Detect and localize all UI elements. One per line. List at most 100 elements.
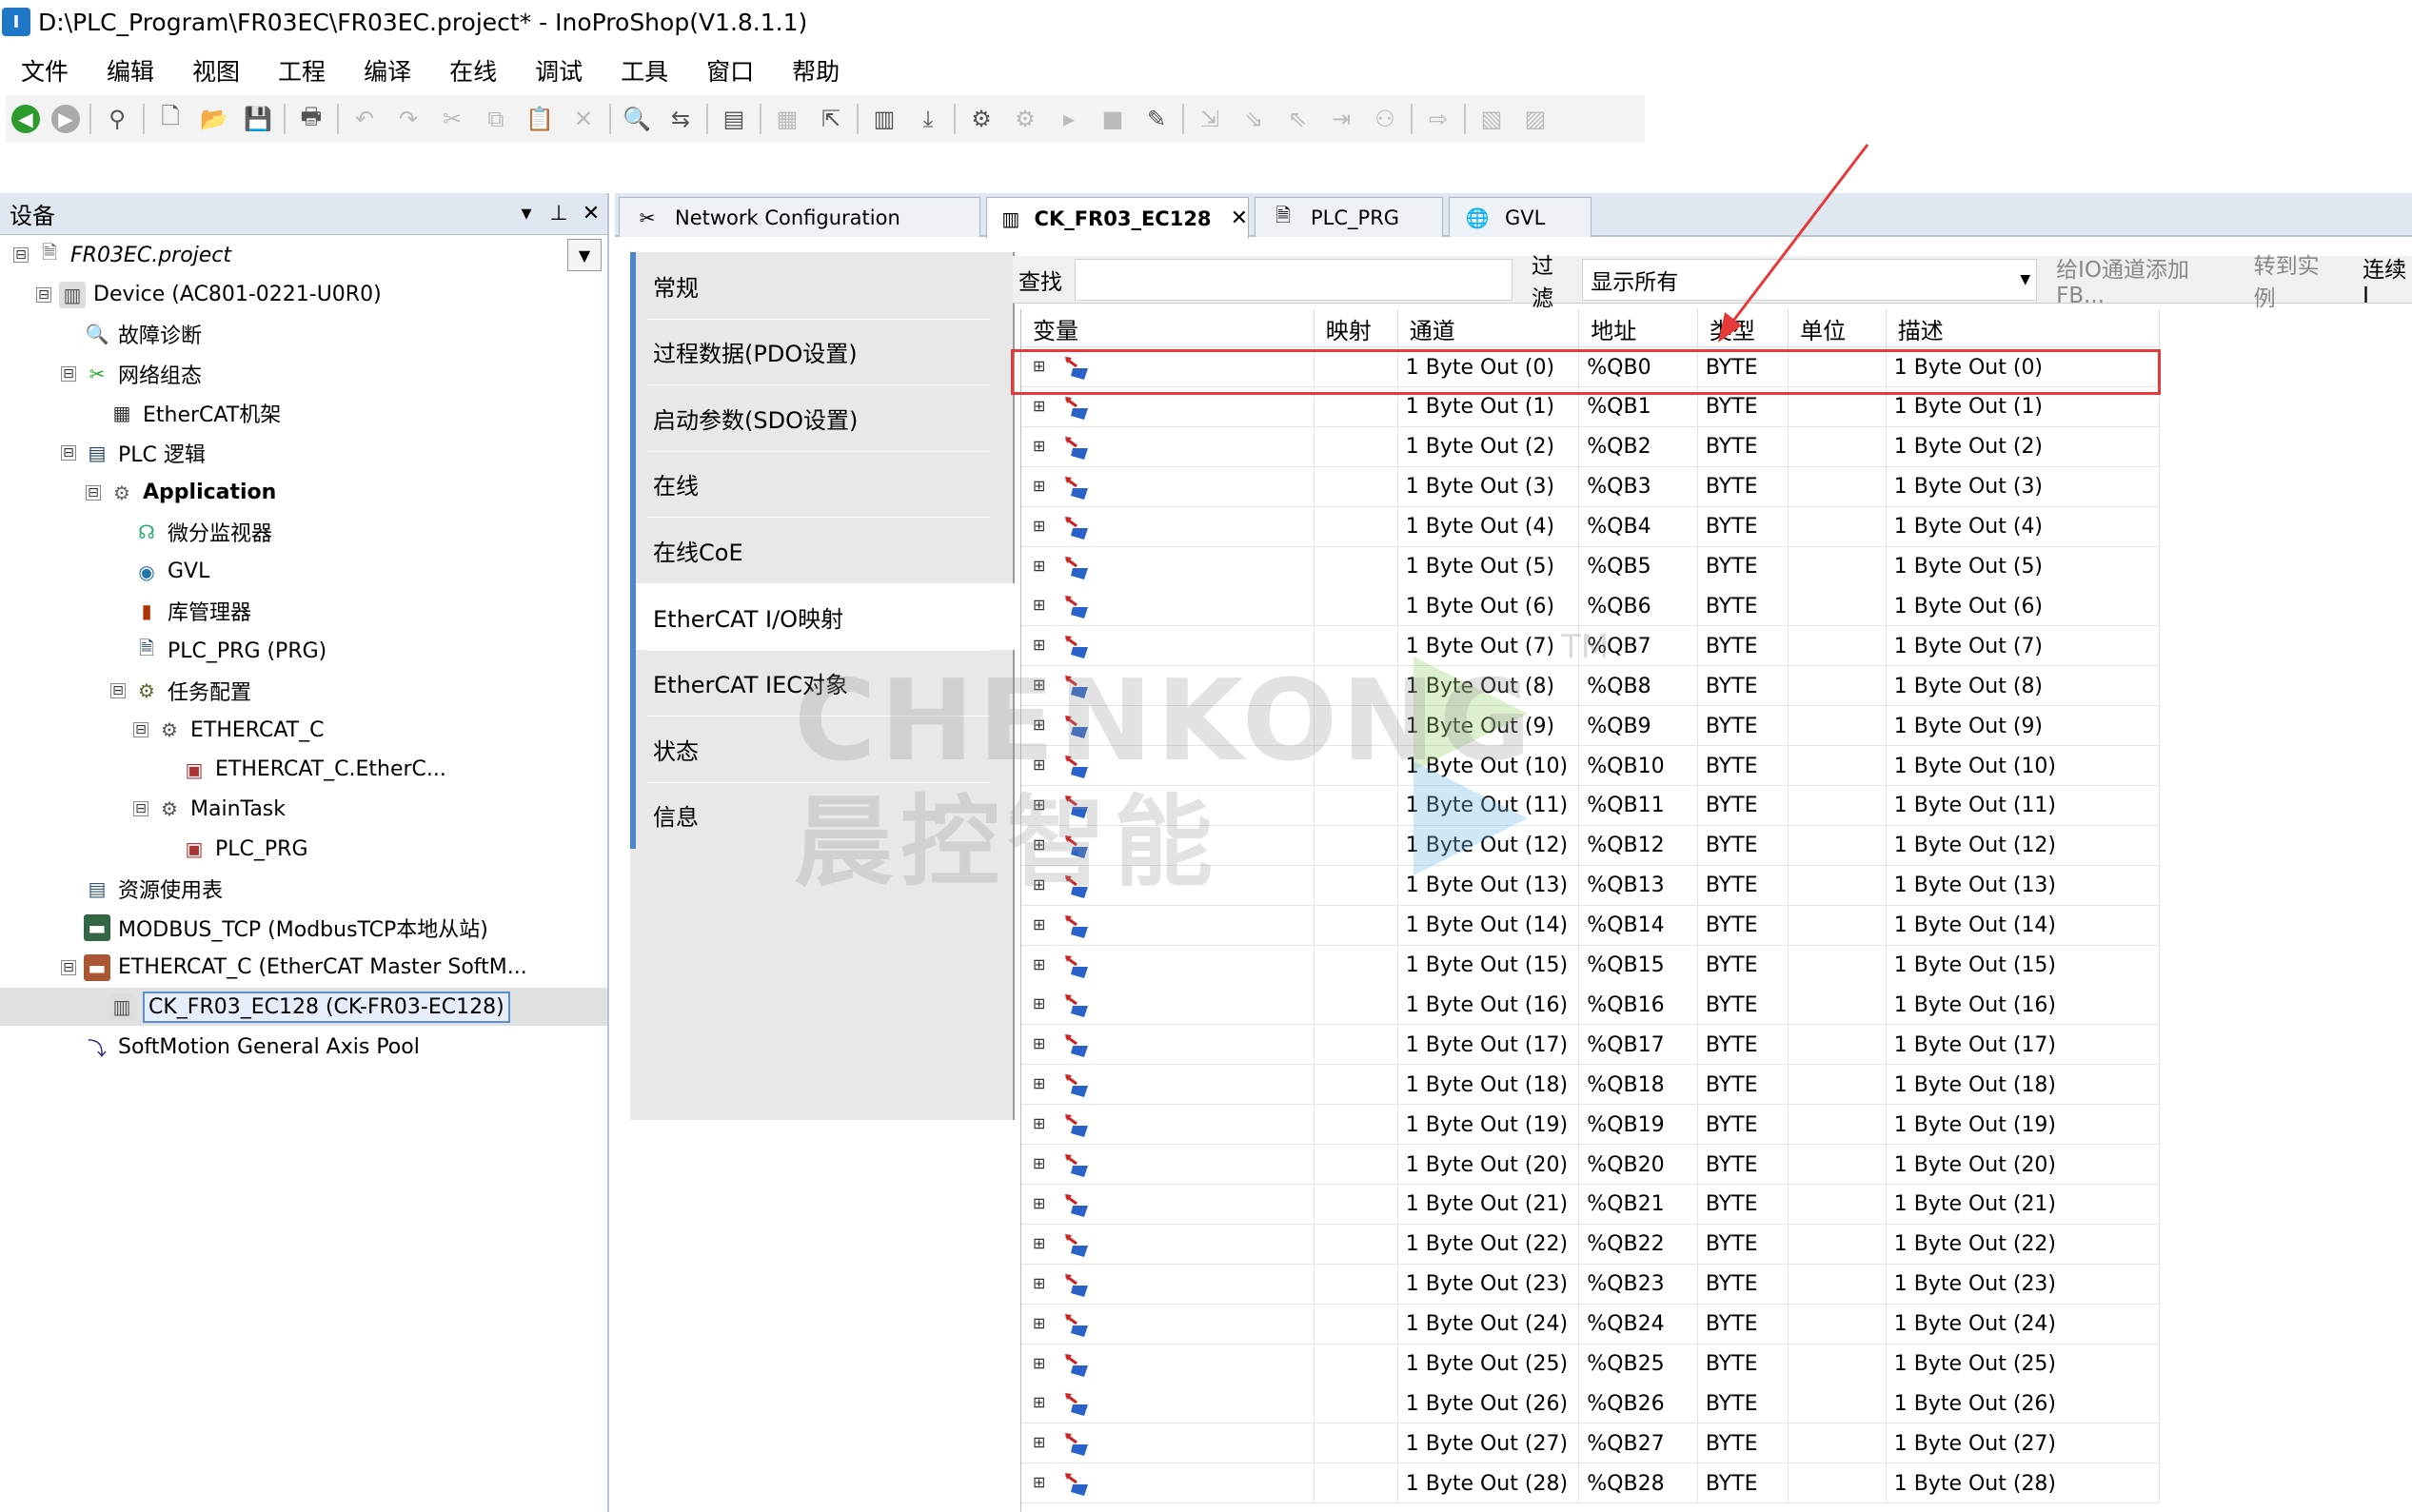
table-cell[interactable] [1021,945,1315,986]
force-values-icon[interactable]: ▧ [1475,103,1508,135]
table-cell[interactable] [1021,1304,1315,1345]
menu-project[interactable]: 工程 [257,53,343,88]
tree-item[interactable]: ▣ PLC_PRG [158,830,308,868]
find-input[interactable] [1074,258,1513,301]
table-row[interactable]: ⊞ 1 Byte Out (19) %QB19 BYTE 1 Byte Out (19) [1021,1105,2160,1146]
bookmark-icon[interactable]: ▦ [771,103,803,135]
menu-view[interactable]: 视图 [171,53,257,88]
unforce-icon[interactable]: ▨ [1519,103,1552,135]
collapse-icon[interactable]: ⊟ [61,959,76,975]
tree-item[interactable]: ⤵ SoftMotion General Axis Pool [61,1028,420,1066]
table-row[interactable]: ⊞ 1 Byte Out (25) %QB25 BYTE 1 Byte Out (25) [1021,1344,2160,1384]
table-cell[interactable] [1021,1463,1315,1504]
tree-item[interactable]: ⊟ ⚙ 任务配置 [110,672,251,710]
cut-icon[interactable]: ✂ [436,103,468,135]
table-row[interactable]: ⊞ 1 Byte Out (27) %QB27 BYTE 1 Byte Out (27) [1021,1424,2160,1464]
menu-debug[interactable]: 调试 [514,53,600,88]
tree-item[interactable]: ⊟ ⚙ MainTask [133,790,286,828]
table-cell[interactable] [1021,1384,1315,1424]
collapse-icon[interactable]: ⊟ [133,722,148,738]
table-cell[interactable] [1021,1065,1315,1106]
menu-help[interactable]: 帮助 [771,53,857,88]
collapse-icon[interactable]: ⊟ [86,484,101,501]
tab-plc-prg[interactable]: 🗎 PLC_PRG [1255,197,1443,237]
export-icon[interactable]: ⇱ [815,103,847,135]
tree-item[interactable]: 🗎 PLC_PRG (PRG) [110,632,326,670]
forward-icon[interactable]: ▶ [51,105,80,133]
table-cell[interactable] [1021,1344,1315,1384]
step-out-icon[interactable]: ⇖ [1281,103,1314,135]
tab-ck-fr03-ec128-active[interactable]: ▥ CK_FR03_EC128 ✕ [986,197,1249,239]
collapse-icon[interactable]: ⊟ [36,286,51,303]
column-header[interactable]: 变量 [1021,309,1315,347]
table-cell[interactable] [1021,506,1315,547]
run-icon[interactable]: ▸ [1053,103,1085,135]
column-header[interactable]: 类型 [1698,309,1789,347]
table-row[interactable]: ⊞ 1 Byte Out (14) %QB14 BYTE 1 Byte Out (14) [1021,905,2160,946]
tree-item[interactable]: ⊟ ▬ ETHERCAT_C (EtherCAT Master SoftM... [61,949,527,987]
table-row[interactable]: ⊞ 1 Byte Out (21) %QB21 BYTE 1 Byte Out (21) [1021,1184,2160,1225]
tree-item[interactable]: ▣ ETHERCAT_C.EtherC... [158,751,446,789]
collapse-icon[interactable]: ⊟ [61,445,76,461]
tree-item[interactable]: ☊ 微分监视器 [110,513,272,551]
panel-close-icon[interactable]: ✕ [575,202,607,226]
tree-item[interactable]: ⊟ ▤ PLC 逻辑 [61,434,206,472]
replace-icon[interactable]: ⇆ [664,103,697,135]
logout-icon[interactable]: ⚙ [1009,103,1041,135]
collapse-icon[interactable]: ⊟ [110,682,126,698]
step-into-icon[interactable]: ⇘ [1237,103,1270,135]
new-file-icon[interactable]: 🗋 [154,103,187,135]
table-row[interactable]: ⊞ 1 Byte Out (23) %QB23 BYTE 1 Byte Out (23) [1021,1264,2160,1305]
menu-build[interactable]: 编译 [343,53,428,88]
menu-file[interactable]: 文件 [0,53,86,88]
table-cell[interactable] [1021,985,1315,1026]
table-cell[interactable] [1021,1264,1315,1305]
tree-item[interactable]: ◉ GVL [110,553,209,591]
stop-icon[interactable]: ■ [1097,103,1129,135]
add-fb-button[interactable]: 给IO通道添加FB... [2056,251,2235,308]
tree-item[interactable]: ▮ 库管理器 [110,592,251,630]
tree-item[interactable]: ⊟ ▥ Device (AC801-0221-U0R0) [36,276,382,314]
paste-icon[interactable]: 📋 [524,103,556,135]
menu-tools[interactable]: 工具 [600,53,685,88]
scan-device-icon[interactable]: ⚲ [101,103,133,135]
undo-icon[interactable]: ↶ [348,103,381,135]
table-row[interactable]: ⊞ 1 Byte Out (22) %QB22 BYTE 1 Byte Out (22) [1021,1224,2160,1265]
tree-item[interactable]: ⊟ ⚙ Application [86,474,276,512]
redo-icon[interactable]: ↷ [392,103,425,135]
table-row[interactable]: ⊞ 1 Byte Out (5) %QB5 BYTE 1 Byte Out (5) [1021,546,2160,587]
goto-instance-button[interactable]: 转到实例 [2254,247,2340,312]
table-row[interactable]: ⊞ 1 Byte Out (28) %QB28 BYTE 1 Byte Out (28) [1021,1463,2160,1504]
collapse-icon[interactable]: ⊟ [133,801,148,817]
delete-icon[interactable]: ✕ [567,103,600,135]
panel-dropdown-icon[interactable]: ▾ [510,202,543,226]
close-tab-icon[interactable]: ✕ [1231,206,1248,230]
side-tab[interactable]: 过程数据(PDO设置) [630,318,1015,385]
table-cell[interactable] [1021,586,1315,627]
table-cell[interactable] [1021,1025,1315,1066]
reset-icon[interactable]: ✎ [1140,103,1173,135]
build-icon[interactable]: ▥ [868,103,900,135]
breakpoint-icon[interactable]: ⚇ [1369,103,1401,135]
write-values-icon[interactable]: ⇨ [1422,103,1454,135]
menu-online[interactable]: 在线 [428,53,514,88]
column-header[interactable]: 映射 [1315,309,1398,347]
select-all-icon[interactable]: ▤ [718,103,750,135]
download-icon[interactable]: ⤓ [912,103,944,135]
print-icon[interactable]: 🖶 [295,103,327,135]
step-over-icon[interactable]: ⇲ [1194,103,1226,135]
table-cell[interactable] [1021,426,1315,467]
side-tab[interactable]: 启动参数(SDO设置) [630,384,1015,452]
table-cell[interactable] [1021,1105,1315,1146]
tab-network-configuration[interactable]: ✂ Network Configuration [619,197,980,237]
table-cell[interactable] [1021,905,1315,946]
collapse-icon[interactable]: ⊟ [13,247,29,263]
column-header[interactable]: 描述 [1887,309,2160,347]
side-tab[interactable]: 在线CoE [630,517,1015,584]
tree-item[interactable]: ▬ MODBUS_TCP (ModbusTCP本地从站) [61,909,488,947]
table-row[interactable]: ⊞ 1 Byte Out (4) %QB4 BYTE 1 Byte Out (4) [1021,506,2160,547]
column-header[interactable]: 通道 [1398,309,1580,347]
table-cell[interactable] [1021,1224,1315,1265]
copy-icon[interactable]: ⧉ [480,103,512,135]
tree-item[interactable]: ▤ 资源使用表 [61,870,223,908]
